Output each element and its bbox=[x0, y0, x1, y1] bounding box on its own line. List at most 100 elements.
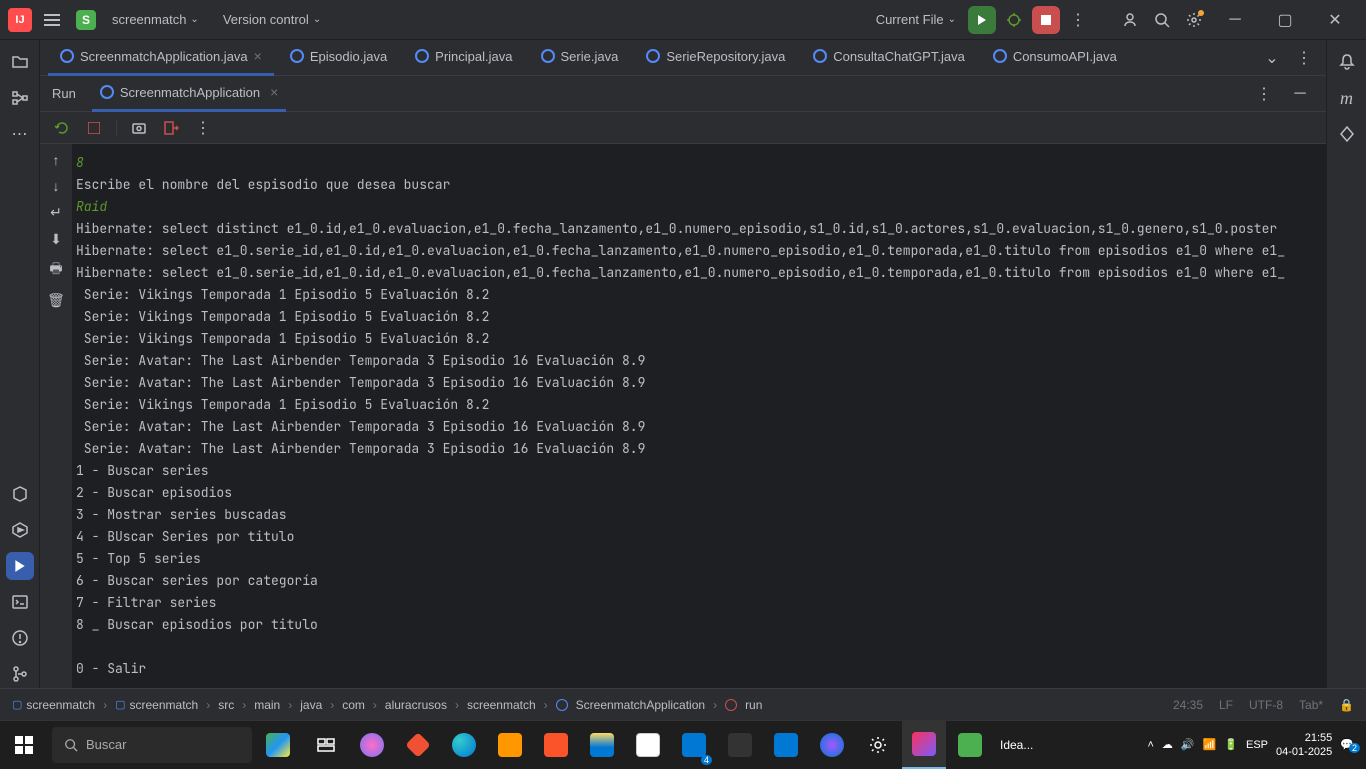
close-icon[interactable]: × bbox=[254, 48, 262, 64]
brave-icon[interactable] bbox=[534, 721, 578, 769]
line-separator[interactable]: LF bbox=[1219, 698, 1233, 712]
breadcrumb-item[interactable]: main bbox=[254, 698, 280, 712]
file-tab[interactable]: Principal.java bbox=[403, 40, 524, 76]
soft-wrap-icon[interactable]: ↵ bbox=[50, 204, 62, 221]
breadcrumb-item[interactable]: screenmatch bbox=[467, 698, 536, 712]
scroll-up-icon[interactable]: ↑ bbox=[53, 152, 60, 168]
clock[interactable]: 21:55 04-01-2025 bbox=[1276, 731, 1332, 759]
indent-style[interactable]: Tab* bbox=[1299, 698, 1323, 712]
exit-icon[interactable] bbox=[161, 118, 181, 138]
file-tab[interactable]: Episodio.java bbox=[278, 40, 399, 76]
git-icon[interactable] bbox=[396, 721, 440, 769]
onedrive-icon[interactable]: ☁ bbox=[1162, 738, 1173, 751]
tab-more-icon[interactable]: ⋮ bbox=[1290, 44, 1318, 72]
scroll-to-end-icon[interactable]: ⬇ bbox=[50, 231, 62, 248]
readonly-lock-icon[interactable]: 🔒 bbox=[1339, 698, 1354, 712]
minimize-button[interactable]: ─ bbox=[1212, 0, 1258, 40]
main-menu-icon[interactable] bbox=[40, 10, 64, 30]
debug-button[interactable] bbox=[1000, 6, 1028, 34]
explorer-icon[interactable] bbox=[580, 721, 624, 769]
settings-app-icon[interactable] bbox=[856, 721, 900, 769]
breadcrumb-item[interactable]: ScreenmatchApplication bbox=[576, 698, 705, 712]
file-tab[interactable]: ConsumoAPI.java bbox=[981, 40, 1129, 76]
maven-icon[interactable]: m bbox=[1333, 84, 1361, 112]
intellij-logo[interactable]: IJ bbox=[8, 8, 32, 32]
notifications-tray-icon[interactable]: 💬2 bbox=[1340, 738, 1354, 751]
build-tool-icon[interactable] bbox=[6, 480, 34, 508]
close-icon[interactable]: × bbox=[270, 84, 278, 100]
project-badge[interactable]: S bbox=[76, 10, 96, 30]
breadcrumb-item[interactable]: aluracrusos bbox=[385, 698, 447, 712]
file-encoding[interactable]: UTF-8 bbox=[1249, 698, 1283, 712]
breadcrumb-item[interactable]: screenmatch bbox=[26, 698, 95, 712]
windows-taskbar: Buscar 4 Idea... ˄ ☁ 🔊 📶 🔋 ESP 21:55 04-… bbox=[0, 720, 1366, 768]
close-button[interactable]: ✕ bbox=[1312, 0, 1358, 40]
rerun-icon[interactable] bbox=[52, 118, 72, 138]
console-line: 6 - Buscar series por categoría bbox=[76, 572, 318, 589]
breadcrumb-item[interactable]: java bbox=[300, 698, 322, 712]
file-tab[interactable]: SerieRepository.java bbox=[634, 40, 797, 76]
toolbar-more-icon[interactable]: ⋮ bbox=[193, 118, 213, 138]
vscode-icon[interactable] bbox=[764, 721, 808, 769]
console-line: 4 - BUscar Series por titulo bbox=[76, 528, 294, 545]
structure-tool-icon[interactable] bbox=[6, 84, 34, 112]
tray-overflow-icon[interactable]: ˄ bbox=[1147, 739, 1153, 751]
volume-icon[interactable]: 🔊 bbox=[1181, 738, 1195, 751]
cursor-position[interactable]: 24:35 bbox=[1173, 698, 1203, 712]
idea-text-icon[interactable]: Idea... bbox=[994, 721, 1039, 769]
services-tool-icon[interactable] bbox=[6, 516, 34, 544]
breadcrumb-item[interactable]: run bbox=[745, 698, 762, 712]
tab-dropdown-icon[interactable]: ⌄ bbox=[1258, 44, 1286, 72]
console-output[interactable]: 8 Escribe el nombre del espisodio que de… bbox=[72, 144, 1326, 688]
search-icon[interactable] bbox=[1148, 6, 1176, 34]
scroll-down-icon[interactable]: ↓ bbox=[53, 178, 60, 194]
problems-tool-icon[interactable] bbox=[6, 624, 34, 652]
database-icon[interactable] bbox=[1333, 120, 1361, 148]
hide-tool-icon[interactable]: ─ bbox=[1286, 80, 1314, 108]
more-actions-icon[interactable]: ⋮ bbox=[1064, 6, 1092, 34]
tool-more-icon[interactable]: ⋮ bbox=[1250, 80, 1278, 108]
breadcrumb-item[interactable]: screenmatch bbox=[130, 698, 199, 712]
screenshot-icon[interactable] bbox=[129, 118, 149, 138]
stop-button[interactable] bbox=[1032, 6, 1060, 34]
file-tab-label: Principal.java bbox=[435, 49, 512, 64]
file-tab[interactable]: ScreenmatchApplication.java × bbox=[48, 40, 274, 76]
cortana-icon[interactable] bbox=[810, 721, 854, 769]
file-tab[interactable]: ConsultaChatGPT.java bbox=[801, 40, 977, 76]
terminal-tool-icon[interactable] bbox=[6, 588, 34, 616]
git-tool-icon[interactable] bbox=[6, 660, 34, 688]
copilot-icon[interactable] bbox=[350, 721, 394, 769]
stop-icon[interactable] bbox=[84, 118, 104, 138]
task-view-icon[interactable] bbox=[304, 721, 348, 769]
clear-icon[interactable]: 🗑 bbox=[47, 292, 65, 309]
project-tool-icon[interactable] bbox=[6, 48, 34, 76]
notifications-icon[interactable] bbox=[1333, 48, 1361, 76]
project-selector[interactable]: screenmatch ⌄ bbox=[104, 8, 207, 31]
run-button[interactable] bbox=[968, 6, 996, 34]
edge-icon[interactable] bbox=[442, 721, 486, 769]
vcs-menu[interactable]: Version control ⌄ bbox=[215, 8, 329, 31]
code-with-me-icon[interactable] bbox=[1116, 6, 1144, 34]
mail-icon[interactable]: 4 bbox=[672, 721, 716, 769]
taskbar-widget[interactable] bbox=[256, 721, 300, 769]
more-tool-icon[interactable]: ⋯ bbox=[6, 120, 34, 148]
maximize-button[interactable]: ▢ bbox=[1262, 0, 1308, 40]
start-button[interactable] bbox=[0, 721, 48, 769]
print-icon[interactable]: 🖶 bbox=[49, 258, 62, 282]
language-indicator[interactable]: ESP bbox=[1246, 739, 1268, 751]
run-tool-icon[interactable] bbox=[6, 552, 34, 580]
xbox-icon[interactable] bbox=[718, 721, 762, 769]
breadcrumb-item[interactable]: com bbox=[342, 698, 365, 712]
wifi-icon[interactable]: 📶 bbox=[1203, 738, 1217, 751]
taskbar-search[interactable]: Buscar bbox=[52, 727, 252, 763]
battery-icon[interactable]: 🔋 bbox=[1224, 738, 1238, 751]
run-config-tab[interactable]: ScreenmatchApplication × bbox=[92, 76, 286, 112]
run-config-selector[interactable]: Current File ⌄ bbox=[868, 8, 964, 31]
breadcrumb-item[interactable]: src bbox=[218, 698, 234, 712]
file-tab[interactable]: Serie.java bbox=[529, 40, 631, 76]
download-icon[interactable] bbox=[948, 721, 992, 769]
store-icon[interactable] bbox=[626, 721, 670, 769]
intellij-app-icon[interactable] bbox=[902, 721, 946, 769]
settings-icon[interactable] bbox=[1180, 6, 1208, 34]
sublime-icon[interactable] bbox=[488, 721, 532, 769]
